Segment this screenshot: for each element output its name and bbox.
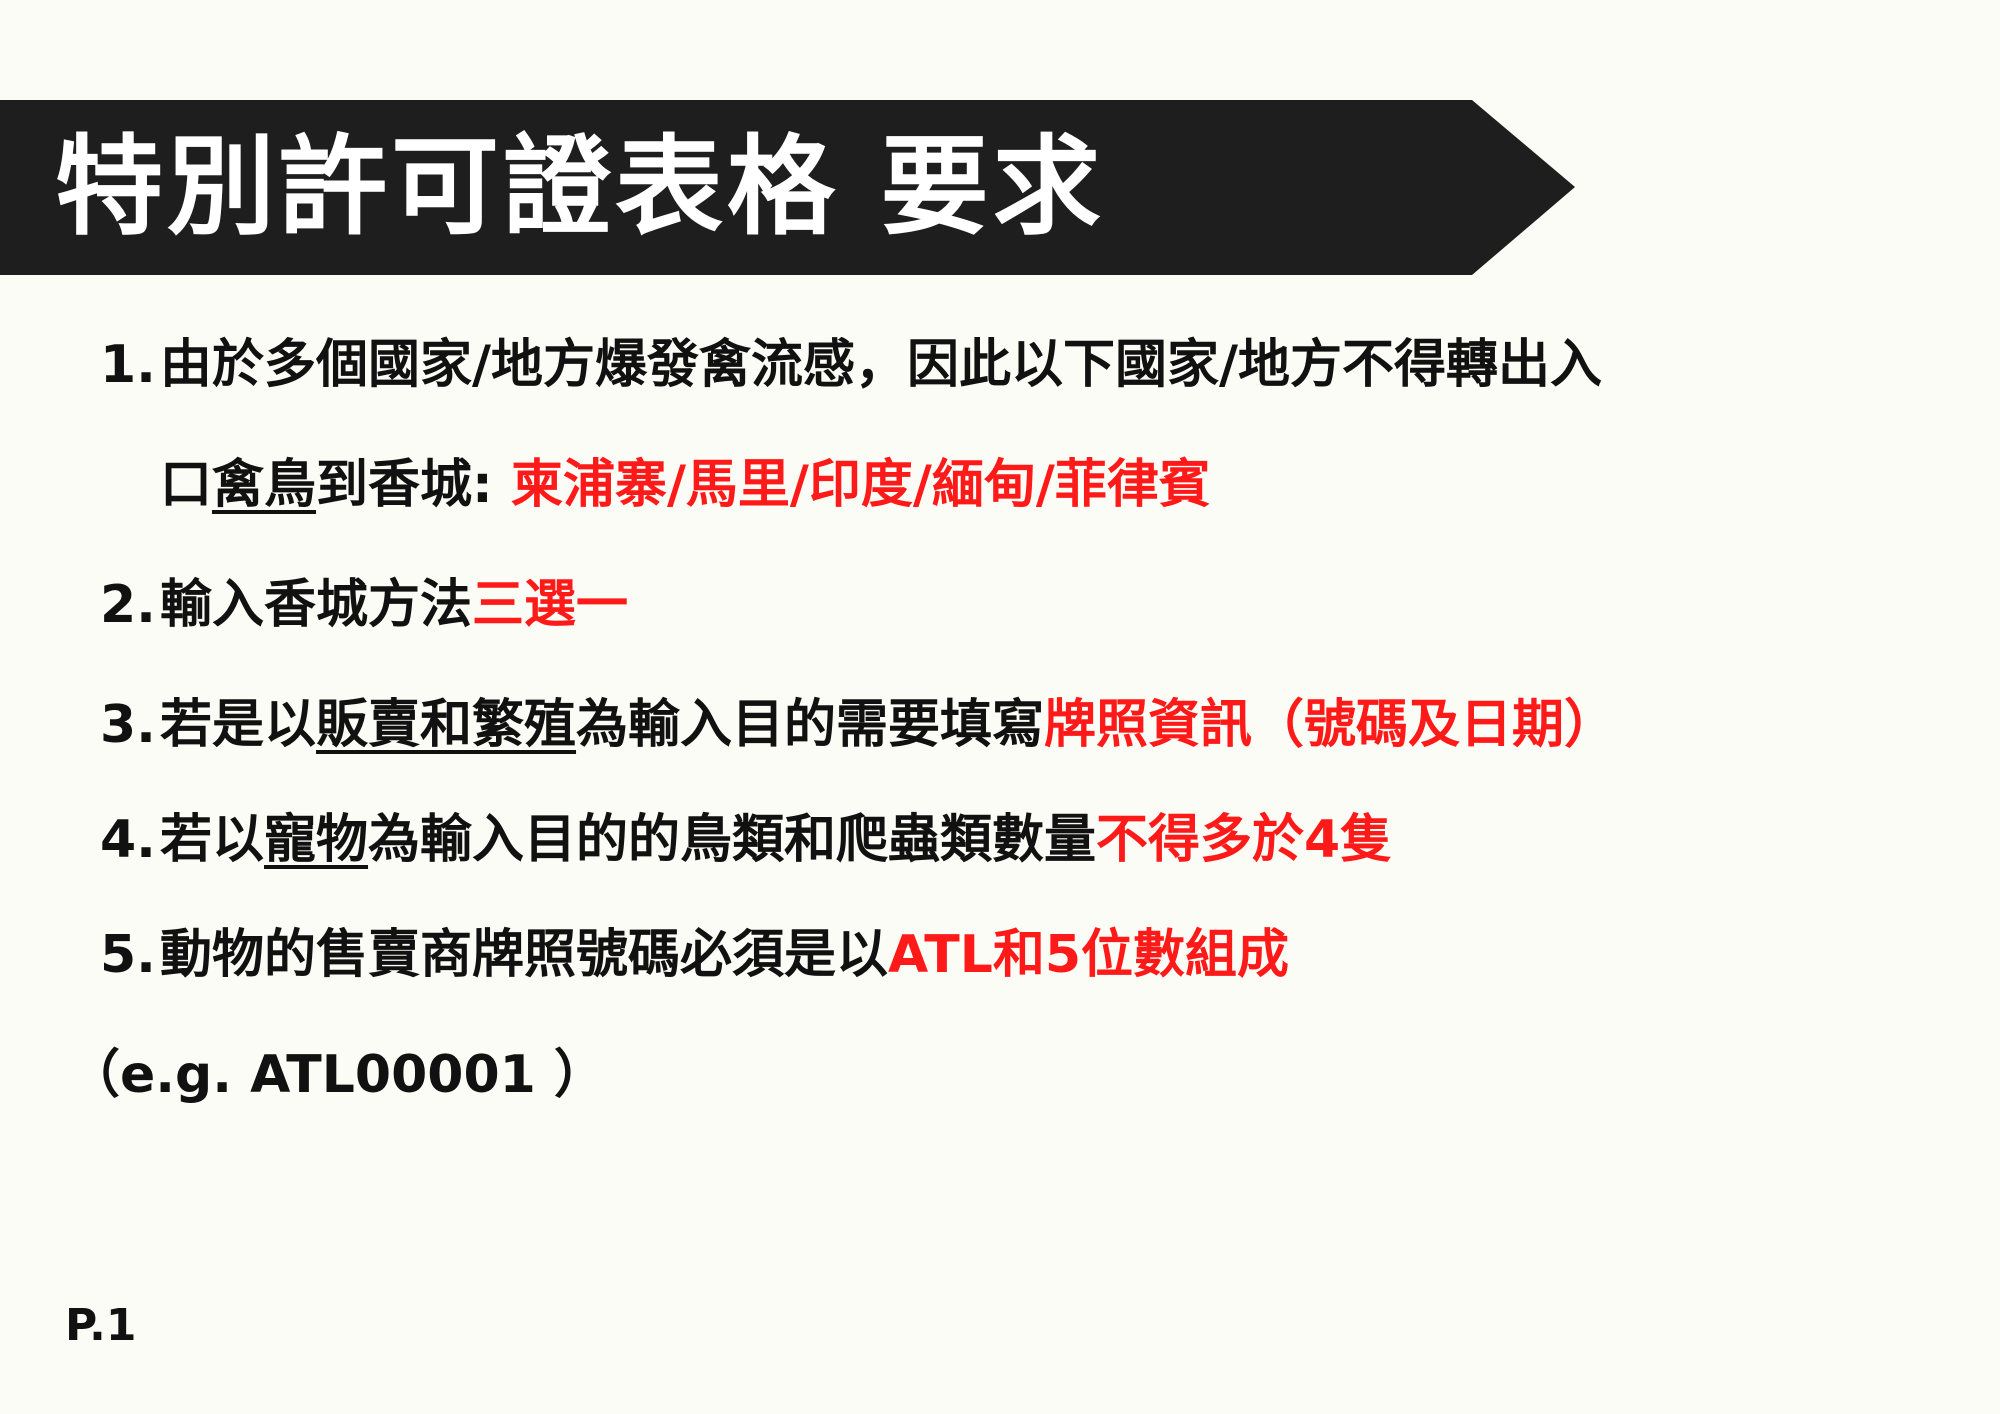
list-item-3: 3.若是以販賣和繁殖為輸入目的需要填寫牌照資訊（號碼及日期） (100, 690, 1616, 760)
item-text: 到香城: (316, 455, 511, 515)
item-number: 5. (100, 925, 156, 985)
list-item-1: 1.由於多個國家/地方爆發禽流感，因此以下國家/地方不得轉出入 (100, 330, 1602, 400)
page-title: 特別許可證表格 要求 (55, 125, 1105, 250)
item-highlight: 柬浦寨/馬里/印度/緬甸/菲律賓 (510, 455, 1211, 515)
item-text: 口 (160, 455, 213, 515)
item-number: 4. (100, 810, 156, 870)
example-text: （e.g. ATL00001 ） (68, 1045, 606, 1105)
item-number: 3. (100, 695, 156, 755)
item-highlight: 牌照資訊（號碼及日期） (1044, 695, 1617, 755)
page-number: P.1 (65, 1300, 137, 1351)
item-highlight: 不得多於4隻 (1096, 810, 1393, 870)
item-text: 若是以 (160, 695, 317, 755)
item-underlined-text: 禽鳥 (212, 455, 317, 515)
item-text: 輸入香城方法 (160, 575, 473, 635)
item-underlined-text: 販賣和繁殖 (316, 695, 577, 755)
list-item-1-continued: 口禽鳥到香城: 柬浦寨/馬里/印度/緬甸/菲律賓 (160, 450, 1211, 520)
item-text: 為輸入目的需要填寫 (576, 695, 1045, 755)
item-text: 若以 (160, 810, 265, 870)
title-banner: 特別許可證表格 要求 (0, 100, 1575, 275)
item-highlight: 三選一 (472, 575, 629, 635)
item-number: 1. (100, 335, 156, 395)
item-underlined-text: 寵物 (264, 810, 369, 870)
list-item-2: 2.輸入香城方法三選一 (100, 570, 628, 640)
list-item-5: 5.動物的售賣商牌照號碼必須是以ATL和5位數組成 (100, 920, 1289, 990)
item-number: 2. (100, 575, 156, 635)
list-item-4: 4.若以寵物為輸入目的的鳥類和爬蟲類數量不得多於4隻 (100, 805, 1392, 875)
item-text: 動物的售賣商牌照號碼必須是以 (160, 925, 889, 985)
item-text: 由於多個國家/地方爆發禽流感，因此以下國家/地方不得轉出入 (160, 335, 1602, 395)
item-text: 為輸入目的的鳥類和爬蟲類數量 (368, 810, 1097, 870)
item-highlight: ATL和5位數組成 (888, 925, 1290, 985)
